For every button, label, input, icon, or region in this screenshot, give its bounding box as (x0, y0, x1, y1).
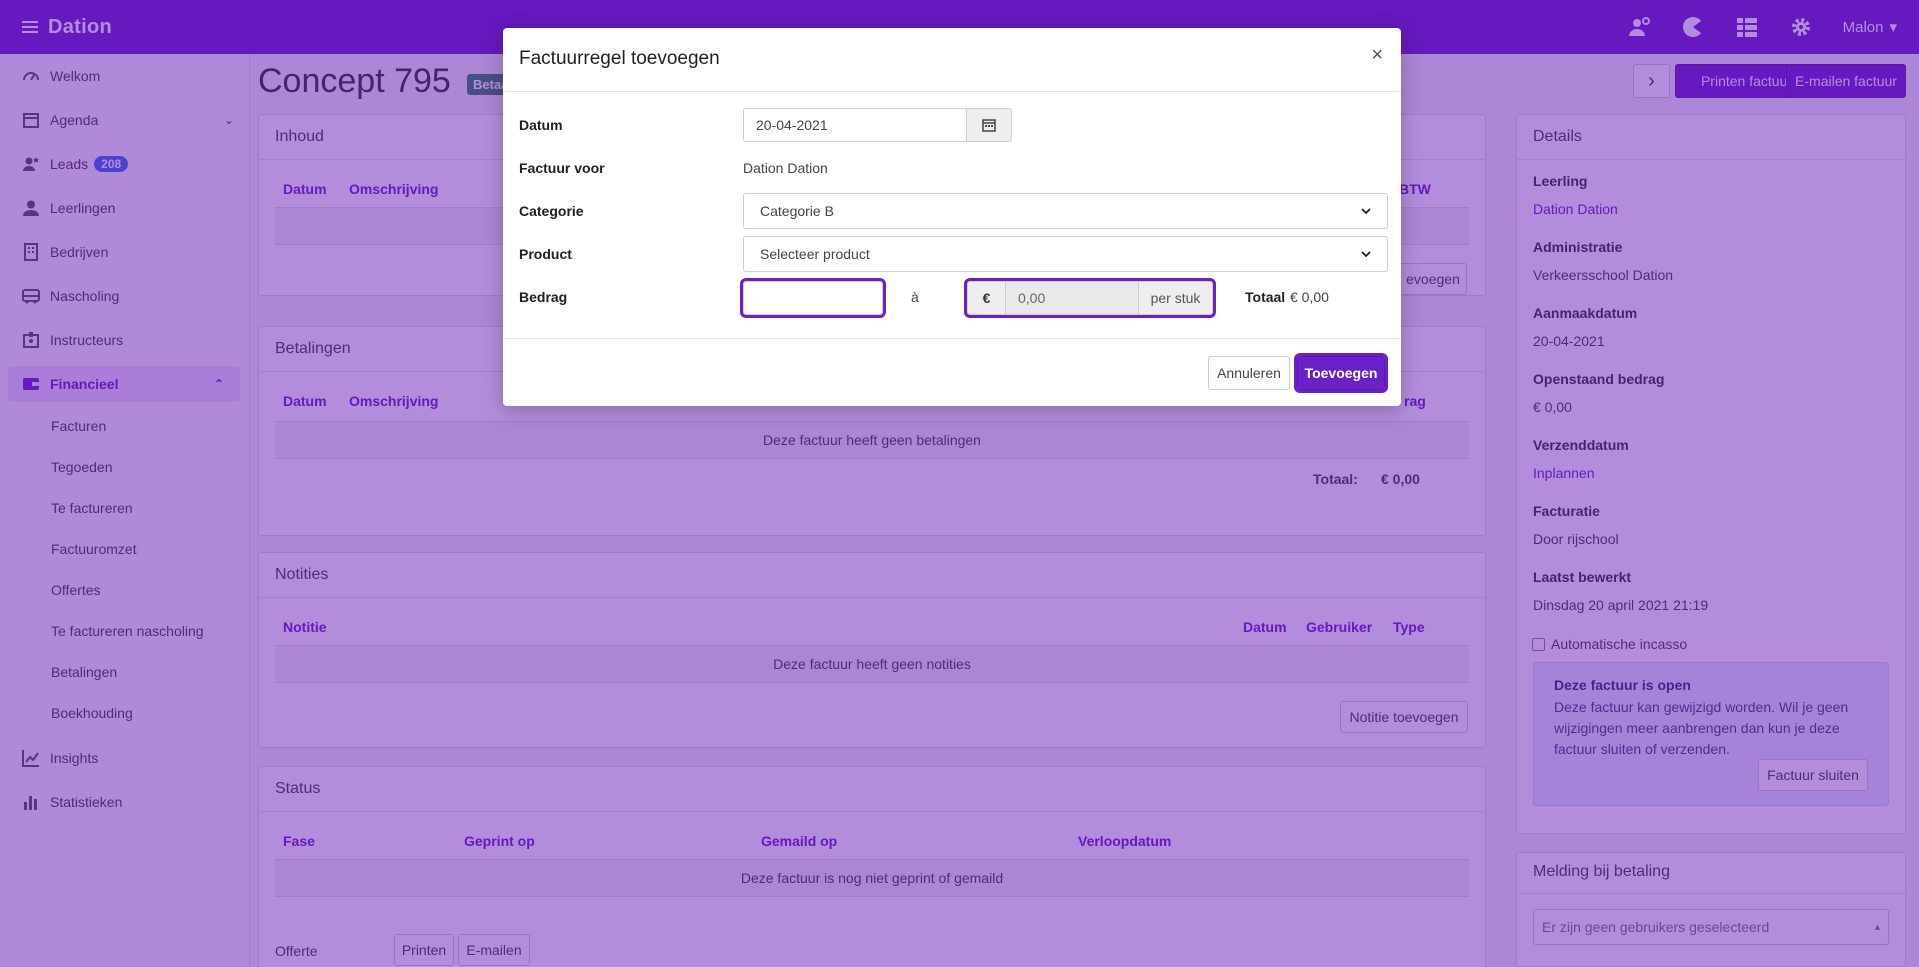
categorie-label: Categorie (519, 203, 584, 219)
totaal-label: Totaal (1245, 289, 1286, 305)
product-select[interactable]: Selecteer product (743, 236, 1388, 272)
add-invoice-line-modal: Factuurregel toevoegen × Datum 20-04-202… (503, 28, 1401, 406)
modal-title: Factuurregel toevoegen (519, 48, 720, 69)
close-icon[interactable]: × (1371, 44, 1383, 67)
product-label: Product (519, 246, 572, 262)
totaal-value: € 0,00 (1290, 289, 1329, 305)
datum-input[interactable]: 20-04-2021 (743, 108, 967, 142)
calendar-picker-button[interactable] (966, 108, 1012, 142)
chevron-down-icon (1361, 208, 1371, 215)
submit-add-button[interactable]: Toevoegen (1294, 353, 1388, 393)
quantity-input[interactable] (740, 278, 886, 318)
categorie-select[interactable]: Categorie B (743, 193, 1388, 229)
factuur-voor-value: Dation Dation (743, 160, 828, 176)
bedrag-label: Bedrag (519, 289, 568, 305)
a-separator: à (911, 289, 919, 305)
cancel-button[interactable]: Annuleren (1208, 356, 1290, 390)
calendar-icon (982, 119, 996, 132)
price-input-group[interactable]: € 0,00 per stuk (964, 278, 1216, 318)
per-unit-addon: per stuk (1138, 282, 1212, 314)
currency-addon: € (968, 282, 1006, 314)
chevron-down-icon (1361, 251, 1371, 258)
datum-label: Datum (519, 117, 563, 133)
price-input[interactable]: 0,00 (1006, 282, 1138, 314)
factuur-voor-label: Factuur voor (519, 160, 605, 176)
